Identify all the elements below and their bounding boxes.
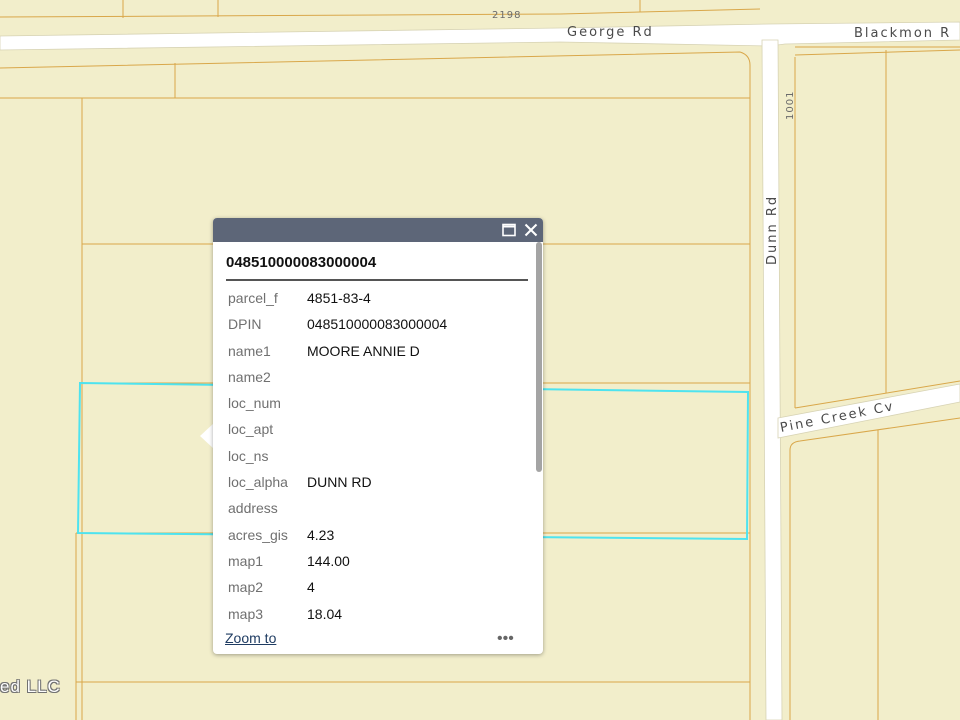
attribute-key: map1	[228, 552, 264, 569]
attribute-key: map3	[228, 605, 264, 622]
attribute-row: map2 4	[228, 574, 528, 600]
close-icon[interactable]	[523, 222, 539, 238]
attribute-row: name2	[228, 364, 528, 390]
attribute-row: acres_gis 4.23	[228, 522, 528, 548]
parcel-popup: 048510000083000004 parcel_f 4851-83-4 DPIN…	[213, 218, 543, 654]
popup-pointer	[200, 423, 214, 449]
attribute-row: loc_apt	[228, 416, 528, 442]
attribute-key: DPIN	[228, 316, 262, 333]
more-options-button[interactable]: •••	[497, 630, 519, 647]
blackmon-rd-label: Blackmon R	[854, 26, 951, 41]
popup-title: 048510000083000004	[226, 254, 377, 271]
attribute-row: name1 MOORE ANNIE D	[228, 338, 528, 364]
attribute-row: map3 18.04	[228, 601, 528, 624]
map-attribution: ed LLC	[0, 677, 61, 696]
attribute-row: loc_num	[228, 390, 528, 416]
attribute-key: address	[228, 500, 278, 517]
attribute-row: DPIN 048510000083000004	[228, 311, 528, 337]
attribute-value: 4.23	[307, 526, 335, 543]
zoom-to-link[interactable]: Zoom to	[225, 630, 276, 646]
scrollbar-thumb[interactable]	[536, 242, 542, 472]
attribute-row: parcel_f 4851-83-4	[228, 285, 528, 311]
attribute-row: map1 144.00	[228, 548, 528, 574]
maximize-icon[interactable]	[502, 223, 516, 237]
dunn-rd-label: Dunn Rd	[765, 195, 780, 265]
title-divider	[226, 279, 528, 281]
attribute-value: DUNN RD	[307, 474, 372, 491]
attribute-row: loc_alpha DUNN RD	[228, 469, 528, 495]
attribute-key: loc_apt	[228, 421, 274, 438]
attribute-value: 048510000083000004	[307, 316, 448, 333]
attribute-key: map2	[228, 579, 264, 596]
attribute-row: loc_ns	[228, 443, 528, 469]
popup-footer: Zoom to •••	[213, 624, 543, 654]
attribute-key: loc_alpha	[228, 474, 288, 491]
attribute-key: acres_gis	[228, 526, 288, 543]
george-rd-label: George Rd	[567, 25, 654, 40]
attribute-value: 18.04	[307, 605, 343, 622]
attribute-key: loc_ns	[228, 447, 269, 464]
attribute-value: 4851-83-4	[307, 290, 371, 306]
attribute-key: name1	[228, 342, 271, 359]
attribute-value: 4	[307, 579, 315, 596]
attribute-key: parcel_f	[228, 290, 278, 306]
popup-body[interactable]: 048510000083000004 parcel_f 4851-83-4 DPIN…	[213, 242, 535, 624]
attribute-row: address	[228, 495, 528, 521]
popup-header	[213, 218, 543, 242]
attribute-value: MOORE ANNIE D	[307, 342, 420, 359]
attribute-key: name2	[228, 368, 271, 385]
attribute-table: parcel_f 4851-83-4 DPIN 048510000083000004 n…	[228, 285, 528, 624]
attribute-key: loc_num	[228, 395, 281, 412]
attribute-value: 144.00	[307, 552, 350, 569]
address-number-2198: 2198	[492, 10, 521, 21]
address-number-1001: 1001	[785, 91, 796, 120]
